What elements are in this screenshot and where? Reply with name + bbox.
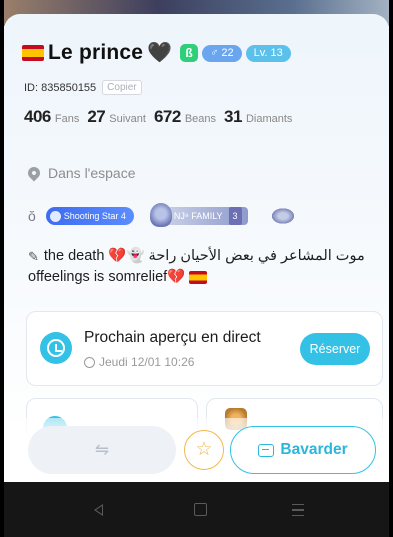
medal-icon: ŏ <box>28 208 36 224</box>
bottom-action-bar: ⇋ ☆ Bavarder <box>4 418 389 482</box>
beans-count: 672 <box>153 107 181 126</box>
bio: ✎ the death 💔👻 موت المشاعر في بعض الأحيا… <box>28 246 368 288</box>
friend-badge: ß <box>180 44 199 62</box>
alarm-clock-icon <box>40 332 72 364</box>
location-row: Dans l'espace <box>25 164 136 182</box>
menu-lines-icon[interactable] <box>292 504 304 516</box>
family-level: 3 <box>228 207 242 225</box>
family-name: NJ⁹ FAMILY <box>173 211 223 221</box>
location-pin-icon <box>25 164 43 182</box>
medals-row: ŏ Shooting Star 4 NJ⁹ FAMILY 3 <box>28 203 296 227</box>
chat-button[interactable]: Bavarder <box>230 426 376 474</box>
diamonds-label: Diamants <box>245 113 293 125</box>
following-label: Suivant <box>109 113 146 125</box>
spain-flag-icon <box>22 45 44 61</box>
bio-line-1: ✎ the death 💔👻 موت المشاعر في بعض الأحيا… <box>28 246 368 267</box>
bio-line-2: offeelings is somrelief💔 <box>28 267 368 288</box>
live-preview-date: Jeudi 12/01 10:26 <box>84 355 194 369</box>
fans-count[interactable]: 406 <box>24 107 51 127</box>
bio-text-2: offeelings is somrelief💔 <box>28 269 186 285</box>
live-preview-title: Prochain aperçu en direct <box>84 329 261 346</box>
family-wings-icon <box>149 203 172 227</box>
location-text: Dans l'espace <box>48 165 136 181</box>
bio-text-1: the death 💔👻 موت المشاعر في بعض الأحيان … <box>43 248 365 264</box>
name-row: Le prince 🖤 ß ♂ 22 Lv. 13 <box>22 40 291 66</box>
stats-row: 406 Fans 27 Suivant 672 Beans 31 Diamant… <box>24 107 296 127</box>
following-count[interactable]: 27 <box>87 107 105 127</box>
beans-label: Beans <box>184 113 217 125</box>
live-preview-datetime: Jeudi 12/01 10:26 <box>99 355 195 369</box>
chat-bubble-icon <box>258 443 275 457</box>
user-id-row: ID: 835850155 Copier <box>24 80 142 95</box>
home-square-icon[interactable] <box>194 503 207 516</box>
clock-icon <box>84 356 95 368</box>
level-badge: Lv. 13 <box>245 44 291 62</box>
user-id: ID: 835850155 <box>24 81 97 94</box>
favorite-star-button[interactable]: ☆ <box>184 430 224 470</box>
wings-emblem-icon <box>269 207 296 225</box>
profile-screen: Le prince 🖤 ß ♂ 22 Lv. 13 ID: 835850155 … <box>4 0 389 537</box>
system-navigation-bar <box>4 482 389 537</box>
spain-flag-small-icon <box>189 270 208 284</box>
fans-label: Fans <box>54 113 80 125</box>
gender-age-badge: ♂ 22 <box>202 44 242 62</box>
live-preview-card: Prochain aperçu en direct Jeudi 12/01 10… <box>26 311 383 386</box>
chat-label: Bavarder <box>280 441 348 458</box>
family-badge[interactable]: NJ⁹ FAMILY 3 <box>149 203 248 227</box>
diamonds-count: 31 <box>224 107 242 126</box>
reserve-button[interactable]: Réserver <box>300 333 370 365</box>
copy-id-button[interactable]: Copier <box>102 80 142 95</box>
shooting-star-icon <box>49 210 61 222</box>
profile-name: Le prince <box>48 41 144 64</box>
shooting-star-badge[interactable]: Shooting Star 4 <box>45 207 134 225</box>
black-heart-icon: 🖤 <box>147 42 173 64</box>
switch-button[interactable]: ⇋ <box>28 426 176 474</box>
shooting-star-label: Shooting Star 4 <box>63 211 126 221</box>
edit-pencil-icon[interactable]: ✎ <box>28 246 39 267</box>
back-triangle-icon[interactable] <box>94 504 103 516</box>
